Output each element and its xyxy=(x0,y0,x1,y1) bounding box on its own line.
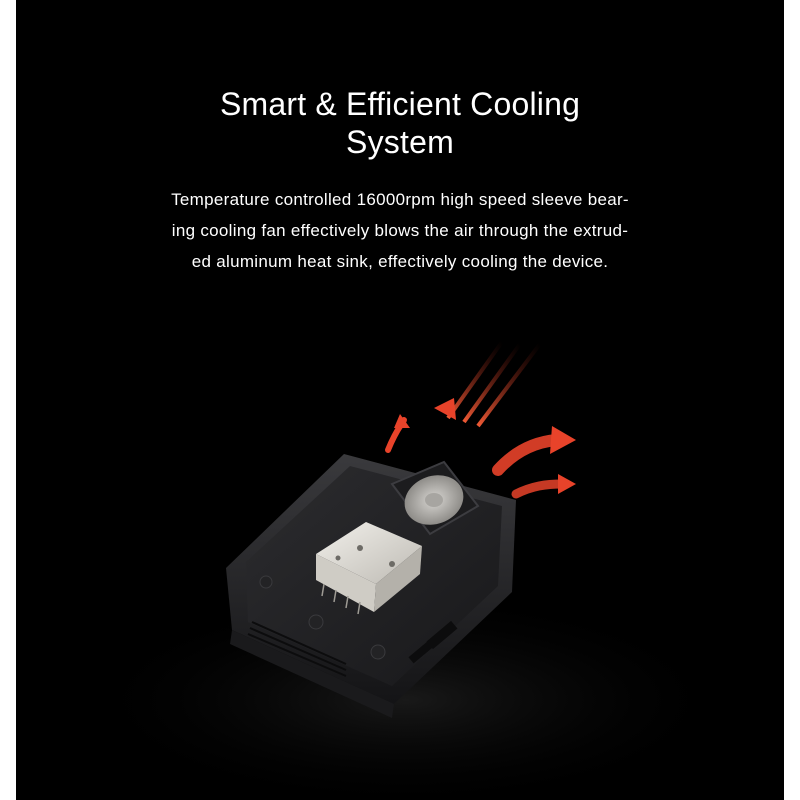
feature-title-line-1: Smart & Efficient Cooling xyxy=(219,86,581,123)
feature-description-line-1: Temperature controlled 16000rpm high spe… xyxy=(171,190,629,209)
feature-title: Smart & Efficient Cooling System xyxy=(16,85,784,161)
feature-panel: Smart & Efficient Cooling System Tempera… xyxy=(16,0,784,800)
feature-description-line-2: ing cooling fan effectively blows the ai… xyxy=(171,221,629,240)
device-cooling-illustration xyxy=(76,340,736,800)
heat-airflow-arrows-icon xyxy=(385,340,576,499)
feature-description-line-3: ed aluminum heat sink, effectively cooli… xyxy=(191,252,609,271)
feature-description: Temperature controlled 16000rpm high spe… xyxy=(16,184,784,277)
feature-title-line-2: System xyxy=(346,124,454,161)
